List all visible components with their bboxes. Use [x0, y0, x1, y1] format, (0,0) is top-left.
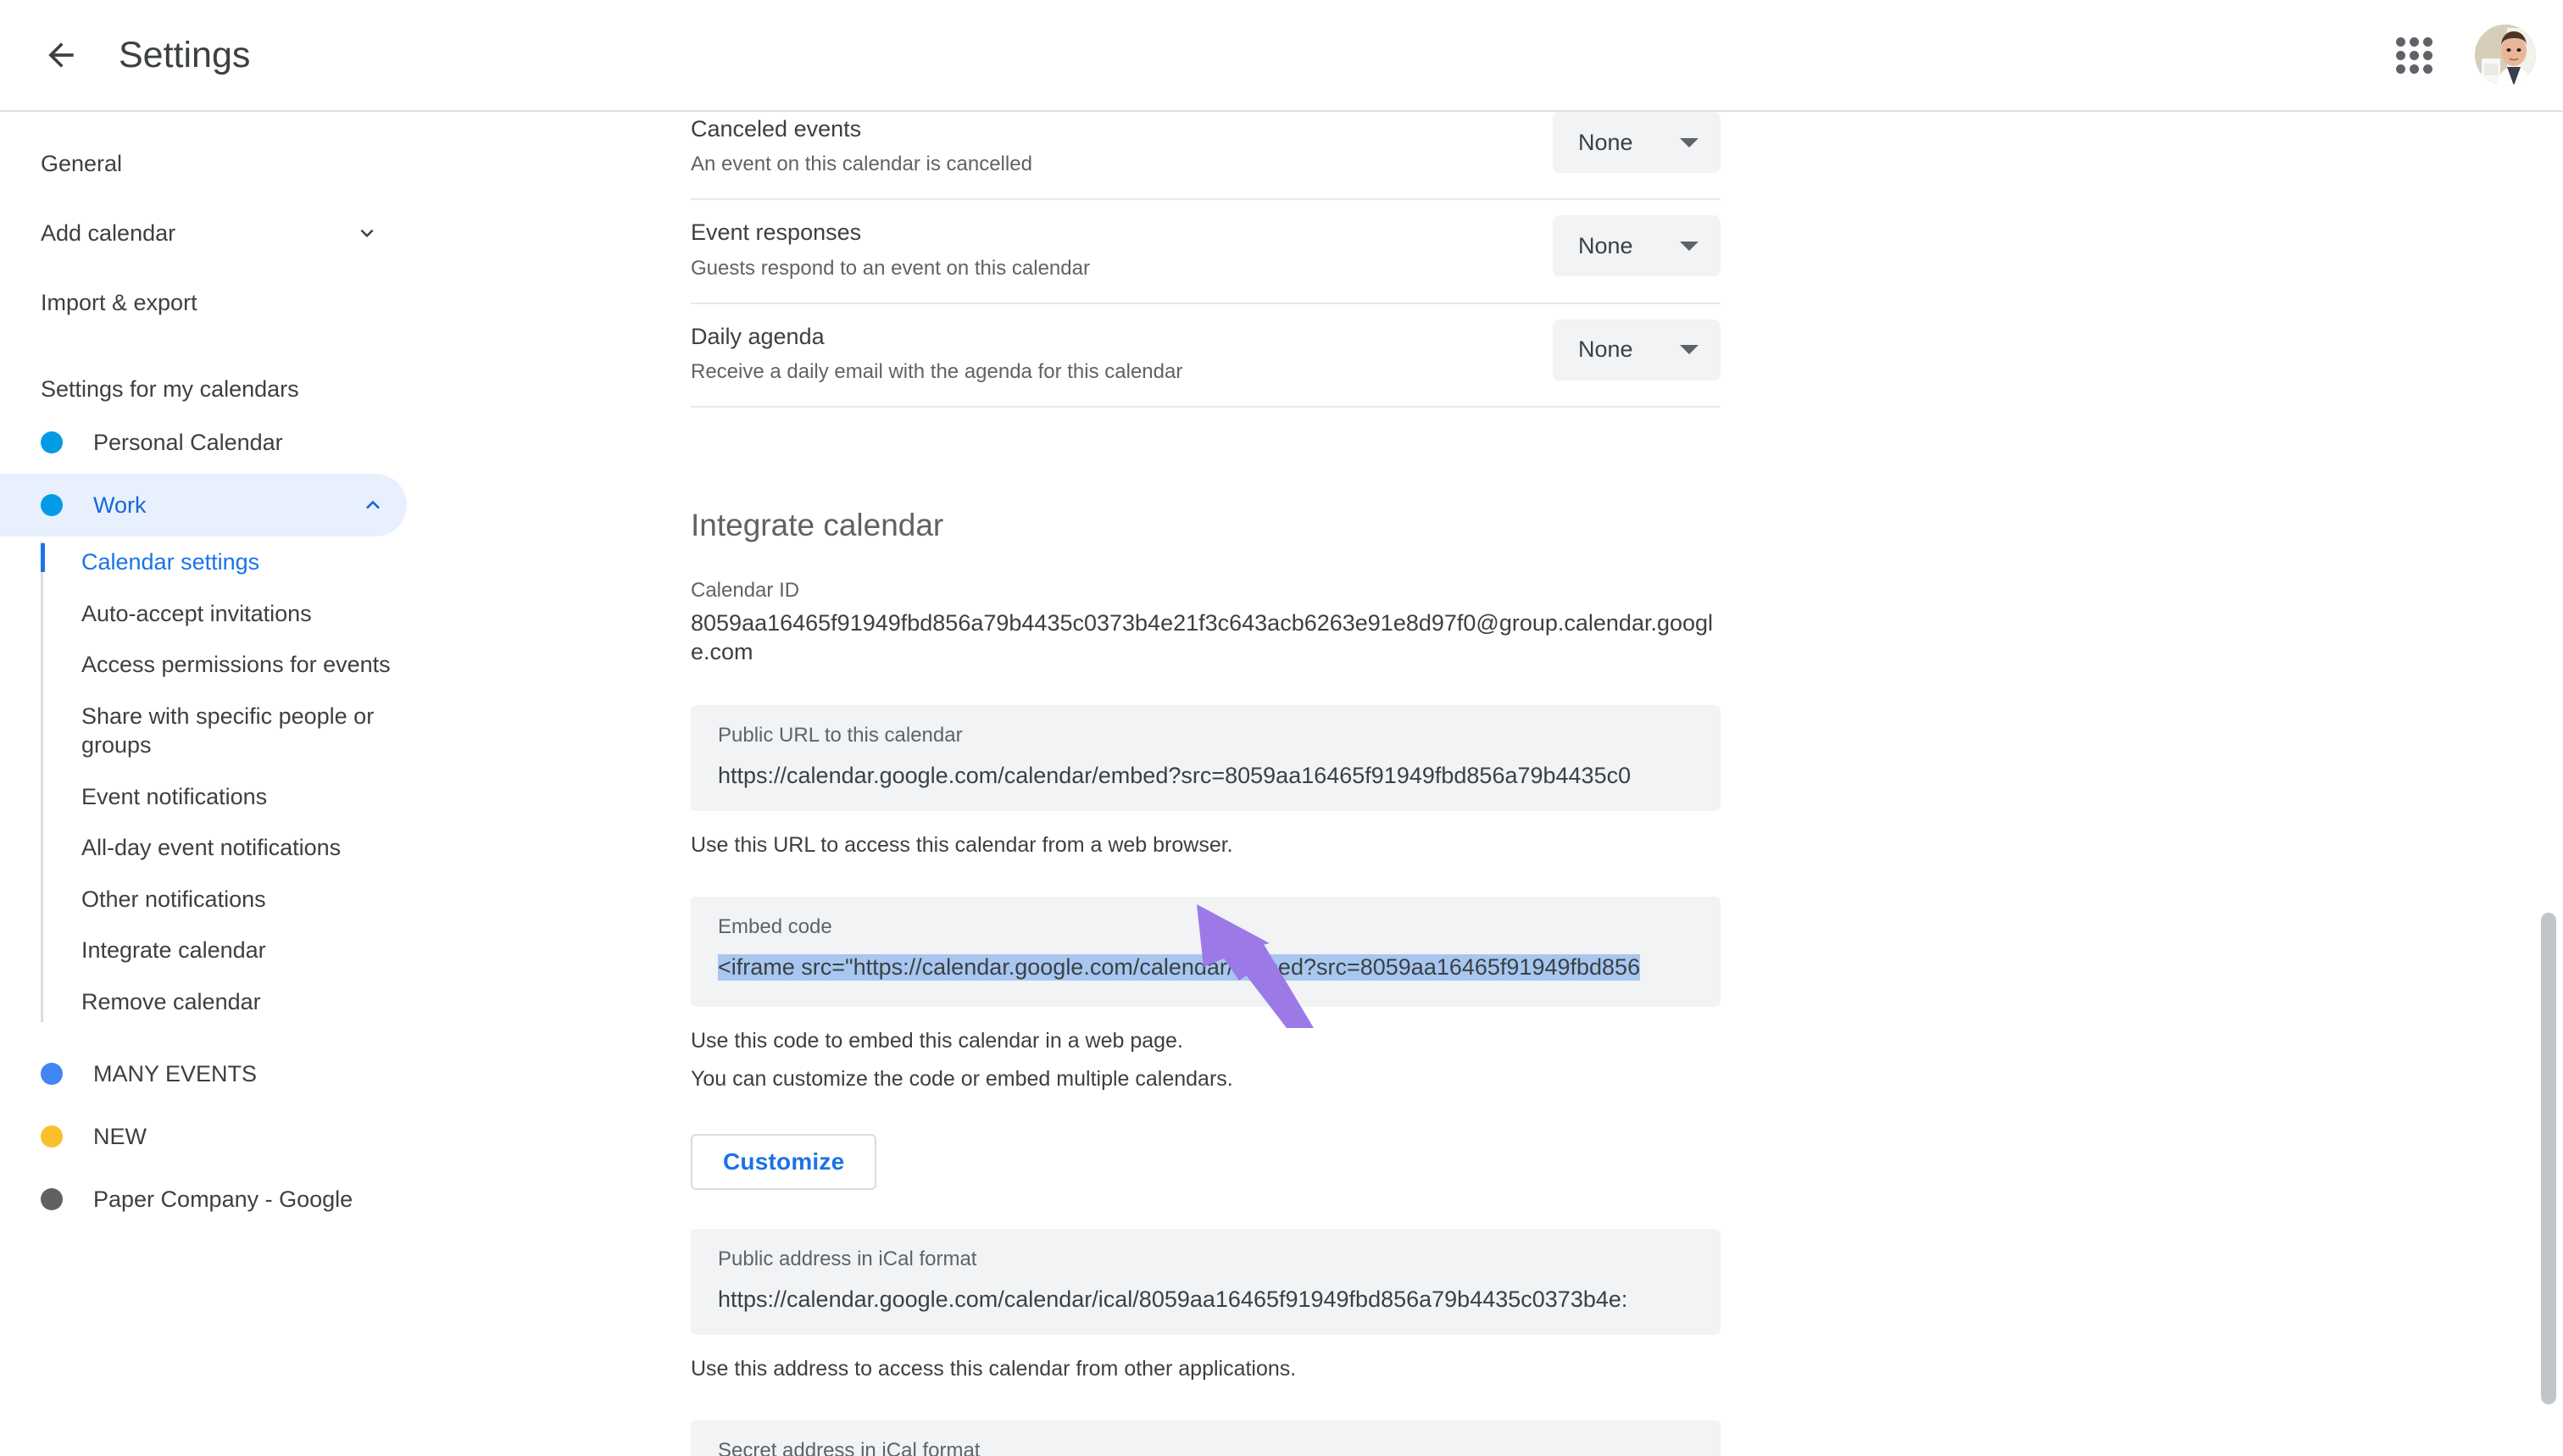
public-url-value[interactable]: https://calendar.google.com/calendar/emb…	[718, 763, 1693, 789]
scrollbar-thumb[interactable]	[2541, 913, 2556, 1404]
event-responses-select[interactable]: None	[1553, 215, 1721, 276]
sidebar-item-integrate-calendar[interactable]: Integrate calendar	[41, 925, 397, 976]
public-ical-value[interactable]: https://calendar.google.com/calendar/ica…	[718, 1287, 1693, 1313]
secret-ical-label: Secret address in iCal format	[718, 1439, 1576, 1456]
chevron-down-icon	[1680, 345, 1698, 354]
sidebar-item-event-notifications[interactable]: Event notifications	[41, 771, 397, 823]
calendar-color-dot	[41, 1125, 63, 1148]
integrate-calendar-heading: Integrate calendar	[691, 508, 1733, 543]
sidebar-item-label: Auto-accept invitations	[81, 601, 312, 626]
user-avatar-image	[2475, 25, 2536, 86]
calendar-color-dot	[41, 1188, 63, 1210]
secret-ical-actions	[1597, 1439, 1693, 1456]
sidebar-item-share-with-people[interactable]: Share with specific people or groups	[41, 691, 397, 771]
sidebar-item-auto-accept-invitations[interactable]: Auto-accept invitations	[41, 588, 397, 640]
sidebar-item-label: MANY EVENTS	[93, 1061, 257, 1087]
public-url-helper: Use this URL to access this calendar fro…	[691, 833, 1733, 858]
sidebar-item-access-permissions[interactable]: Access permissions for events	[41, 639, 397, 691]
sidebar-item-label: NEW	[93, 1124, 147, 1150]
preference-row-event-responses: Event responses Guests respond to an eve…	[691, 200, 1721, 303]
top-app-bar: Settings	[0, 0, 2563, 112]
calendar-color-dot	[41, 431, 63, 453]
secret-ical-field[interactable]: Secret address in iCal format ••••••••••	[691, 1420, 1721, 1456]
sidebar-item-label: Import & export	[41, 290, 197, 316]
preference-description: An event on this calendar is cancelled	[691, 153, 1032, 176]
preference-title: Daily agenda	[691, 323, 1182, 350]
chevron-down-icon	[1680, 242, 1698, 251]
sidebar-item-remove-calendar[interactable]: Remove calendar	[41, 976, 397, 1028]
sidebar-item-paper-company-google[interactable]: Paper Company - Google	[0, 1168, 407, 1231]
public-ical-helper: Use this address to access this calendar…	[691, 1357, 1733, 1381]
sidebar-item-label: Paper Company - Google	[93, 1186, 353, 1213]
customize-button[interactable]: Customize	[691, 1134, 876, 1190]
preference-title: Event responses	[691, 219, 1090, 246]
preference-title: Canceled events	[691, 115, 1032, 142]
sidebar-item-calendar-settings[interactable]: Calendar settings	[41, 536, 397, 588]
calendar-id-block: Calendar ID 8059aa16465f91949fbd856a79b4…	[691, 579, 1733, 666]
calendar-id-label: Calendar ID	[691, 579, 1733, 603]
select-value: None	[1578, 130, 1633, 156]
sidebar-item-label: Personal Calendar	[93, 430, 283, 456]
sidebar-item-personal-calendar[interactable]: Personal Calendar	[0, 411, 407, 474]
embed-code-label: Embed code	[718, 915, 1693, 939]
preference-text: Canceled events An event on this calenda…	[691, 112, 1032, 176]
public-url-label: Public URL to this calendar	[718, 724, 1693, 747]
arrow-left-icon	[42, 36, 80, 74]
select-value: None	[1578, 233, 1633, 259]
daily-agenda-select[interactable]: None	[1553, 320, 1721, 381]
back-button[interactable]	[24, 18, 98, 92]
public-ical-label: Public address in iCal format	[718, 1248, 1693, 1271]
embed-code-field[interactable]: Embed code <iframe src="https://calendar…	[691, 897, 1721, 1007]
canceled-events-select[interactable]: None	[1553, 112, 1721, 173]
sidebar-item-label: Access permissions for events	[81, 652, 391, 677]
embed-code-helper-2: You can customize the code or embed mult…	[691, 1067, 1733, 1092]
settings-main-content: Canceled events An event on this calenda…	[687, 112, 2563, 1456]
sidebar-item-new[interactable]: NEW	[0, 1105, 407, 1168]
calendar-color-dot	[41, 494, 63, 516]
sidebar-item-label: Work	[93, 492, 147, 519]
preference-text: Daily agenda Receive a daily email with …	[691, 320, 1182, 384]
sidebar-item-import-export[interactable]: Import & export	[0, 276, 407, 329]
public-url-field[interactable]: Public URL to this calendar https://cale…	[691, 705, 1721, 811]
sidebar-item-label: Share with specific people or groups	[81, 703, 374, 759]
sidebar-item-label: General	[41, 151, 122, 177]
preference-description: Guests respond to an event on this calen…	[691, 257, 1090, 281]
sidebar-item-label: Add calendar	[41, 220, 175, 247]
page-scrollbar[interactable]	[2541, 112, 2556, 1456]
top-bar-actions	[2378, 19, 2536, 91]
chevron-up-icon[interactable]	[359, 492, 386, 519]
settings-page: Settings	[0, 0, 2563, 1456]
chevron-down-icon	[1680, 138, 1698, 147]
page-title: Settings	[119, 35, 250, 76]
calendar-id-value[interactable]: 8059aa16465f91949fbd856a79b4435c0373b4e2…	[691, 609, 1721, 666]
preference-row-daily-agenda: Daily agenda Receive a daily email with …	[691, 304, 1721, 408]
sidebar-section-label: Settings for my calendars	[0, 376, 687, 403]
sidebar-item-label: Event notifications	[81, 784, 267, 809]
sidebar-item-all-day-event-notifications[interactable]: All-day event notifications	[41, 822, 397, 874]
work-sub-navigation: Calendar settings Auto-accept invitation…	[0, 536, 687, 1027]
preference-text: Event responses Guests respond to an eve…	[691, 215, 1090, 280]
chevron-down-icon[interactable]	[354, 220, 380, 246]
avatar[interactable]	[2475, 25, 2536, 86]
sidebar-item-label: All-day event notifications	[81, 835, 341, 860]
public-ical-field[interactable]: Public address in iCal format https://ca…	[691, 1229, 1721, 1335]
select-value: None	[1578, 336, 1633, 363]
sidebar-item-other-notifications[interactable]: Other notifications	[41, 874, 397, 925]
calendar-color-dot	[41, 1063, 63, 1085]
sidebar-item-add-calendar[interactable]: Add calendar	[0, 207, 407, 259]
apps-grid-icon[interactable]	[2378, 19, 2449, 91]
sidebar-item-label: Integrate calendar	[81, 937, 266, 963]
sidebar-item-many-events[interactable]: MANY EVENTS	[0, 1042, 407, 1105]
sidebar-item-work[interactable]: Work	[0, 474, 407, 536]
preference-description: Receive a daily email with the agenda fo…	[691, 360, 1182, 384]
sidebar-item-label: Remove calendar	[81, 989, 261, 1014]
sidebar-item-general[interactable]: General	[0, 137, 407, 190]
sidebar-item-label: Other notifications	[81, 886, 266, 912]
embed-code-value[interactable]: <iframe src="https://calendar.google.com…	[718, 954, 1640, 981]
sidebar-item-label: Calendar settings	[81, 549, 259, 575]
embed-code-helper-1: Use this code to embed this calendar in …	[691, 1029, 1733, 1053]
preference-row-canceled-events: Canceled events An event on this calenda…	[691, 112, 1721, 200]
settings-sidebar: General Add calendar Import & export Set…	[0, 112, 687, 1456]
